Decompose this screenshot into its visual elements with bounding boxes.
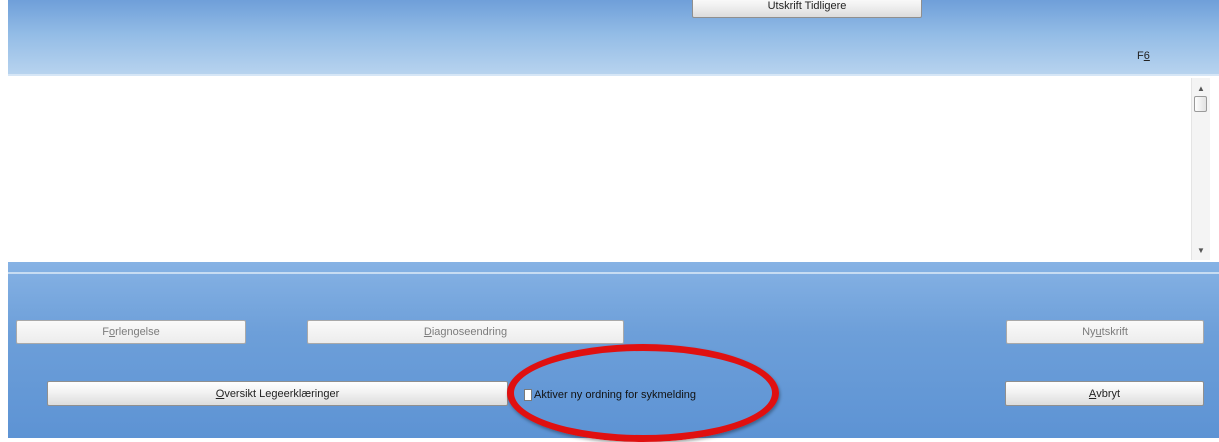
ny-utskrift-button[interactable]: Ny u tskrift: [1006, 320, 1204, 344]
notes-text-area[interactable]: [8, 78, 1211, 260]
forlengelse-button[interactable]: Fo rlengelse: [16, 320, 246, 344]
utskrift-tidligere-button[interactable]: Utskrift Tidligere: [692, 0, 922, 18]
scroll-up-arrow-icon[interactable]: ▲: [1192, 80, 1210, 96]
avbryt-button[interactable]: Avbryt: [1005, 381, 1204, 406]
oversikt-legeerklaeringer-button[interactable]: Oversikt Legeerklæringer: [47, 381, 508, 406]
scrollbar-thumb[interactable]: [1194, 96, 1207, 112]
vertical-scrollbar[interactable]: ▲ ▼: [1191, 78, 1210, 260]
scroll-down-arrow-icon[interactable]: ▼: [1192, 242, 1210, 258]
diagnoseendring-button[interactable]: Diagnoseendring: [307, 320, 624, 344]
red-highlight-ellipse: [507, 344, 779, 442]
utskrift-tidligere-label: Utskrift Tidligere: [767, 0, 847, 12]
top-panel: Utskrift Tidligere F6: [8, 0, 1219, 76]
f6-shortcut-label: F6: [1137, 50, 1150, 62]
